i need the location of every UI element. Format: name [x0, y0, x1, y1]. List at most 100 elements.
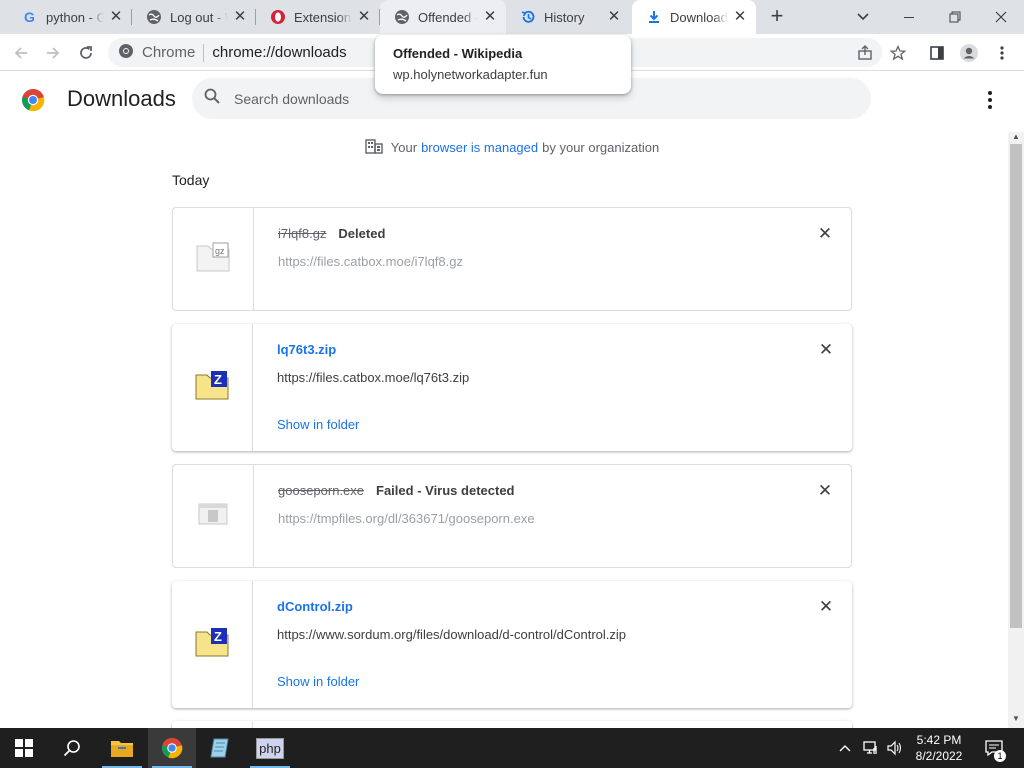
share-icon[interactable] — [852, 40, 878, 66]
scrollbar-thumb[interactable] — [1010, 144, 1022, 628]
tab-offended[interactable]: Offended - ✕ — [380, 0, 506, 34]
file-name-link[interactable]: lq76t3.zip — [277, 342, 336, 357]
download-status: Deleted — [338, 226, 386, 241]
show-in-folder-link[interactable]: Show in folder — [277, 674, 359, 689]
profile-avatar-icon[interactable] — [956, 40, 982, 66]
bookmark-star-icon[interactable] — [885, 40, 911, 66]
chrome-logo-icon — [21, 88, 45, 112]
php-app-icon[interactable]: php — [246, 728, 294, 768]
network-icon[interactable] — [862, 728, 880, 768]
source-url[interactable]: https://www.sordum.org/files/download/d-… — [277, 627, 812, 642]
scroll-down-arrow[interactable]: ▼ — [1010, 714, 1022, 724]
tab-search-icon[interactable] — [840, 0, 886, 34]
globe-icon — [394, 9, 410, 25]
close-tab-icon[interactable]: ✕ — [232, 9, 248, 25]
scroll-up-arrow[interactable]: ▲ — [1010, 132, 1022, 142]
building-icon — [365, 138, 383, 157]
managed-notice: Your browser is managed by your organiza… — [0, 138, 1024, 157]
tab-hover-card: Offended - Wikipedia wp.holynetworkadapt… — [375, 35, 631, 94]
svg-text:Z: Z — [214, 629, 222, 644]
back-button[interactable] — [8, 40, 34, 66]
tab-title: python - G — [46, 9, 104, 25]
source-url[interactable]: https://tmpfiles.org/dl/363671/gooseporn… — [278, 511, 811, 526]
new-tab-button[interactable]: + — [764, 4, 790, 30]
reload-button[interactable] — [73, 40, 99, 66]
download-icon — [646, 9, 662, 25]
site-chip: Chrome — [142, 44, 196, 61]
close-tab-icon[interactable]: ✕ — [606, 9, 622, 25]
file-icon-column — [173, 465, 254, 567]
source-url[interactable]: https://files.catbox.moe/i7lqf8.gz — [278, 254, 811, 269]
php-label: php — [256, 737, 284, 759]
search-taskbar-icon[interactable] — [48, 728, 96, 768]
minimize-button[interactable] — [886, 0, 932, 34]
tab-logout[interactable]: Log out - W ✕ — [132, 0, 256, 34]
hover-card-url: wp.holynetworkadapter.fun — [393, 67, 548, 82]
show-hidden-icons-icon[interactable] — [838, 728, 852, 768]
close-tab-icon[interactable]: ✕ — [356, 9, 372, 25]
file-name: gooseporn.exe — [278, 483, 365, 498]
download-item: gz i7lqf8.gz Deleted https://files.catbo… — [172, 207, 852, 311]
tab-python[interactable]: G python - G ✕ — [8, 0, 132, 34]
tab-downloads[interactable]: Downloads ✕ — [632, 0, 756, 34]
google-icon: G — [22, 9, 38, 25]
close-tab-icon[interactable]: ✕ — [108, 9, 124, 25]
remove-from-list-icon[interactable]: ✕ — [817, 225, 833, 242]
close-window-button[interactable] — [978, 0, 1024, 34]
managed-suffix: by your organization — [542, 140, 660, 155]
history-icon — [520, 9, 536, 25]
file-icon-column: Z — [172, 324, 253, 451]
opera-icon — [270, 9, 286, 25]
tab-extensions[interactable]: Extensions ✕ — [256, 0, 380, 34]
omnibox-divider — [203, 43, 205, 62]
forward-button[interactable] — [40, 40, 66, 66]
search-icon[interactable] — [204, 88, 220, 109]
file-icon-column: Z — [172, 581, 253, 708]
taskbar-clock[interactable]: 5:42 PM 8/2/2022 — [900, 732, 978, 764]
downloads-page: Downloads Your browser is managed by you… — [0, 72, 1024, 728]
tab-history[interactable]: History ✕ — [506, 0, 630, 34]
tab-title: Downloads — [670, 9, 728, 25]
remove-from-list-icon[interactable]: ✕ — [817, 482, 833, 499]
restore-button[interactable] — [932, 0, 978, 34]
remove-from-list-icon[interactable]: ✕ — [818, 598, 834, 615]
gz-file-icon: gz — [196, 242, 230, 277]
file-explorer-icon[interactable] — [98, 728, 146, 768]
show-in-folder-link[interactable]: Show in folder — [277, 417, 359, 432]
download-item: gooseporn.exe Failed - Virus detected ht… — [172, 464, 852, 568]
tab-title: History — [544, 9, 585, 25]
notification-count-badge: 1 — [994, 750, 1006, 762]
source-url[interactable]: https://files.catbox.moe/lq76t3.zip — [277, 370, 812, 385]
tab-title: Extensions — [294, 9, 352, 25]
url-text[interactable]: chrome://downloads — [212, 44, 346, 61]
svg-text:Z: Z — [214, 372, 222, 387]
side-panel-icon[interactable] — [924, 40, 950, 66]
zip-file-icon: Z — [195, 627, 229, 662]
close-tab-icon[interactable]: ✕ — [482, 9, 498, 25]
chrome-menu-icon[interactable] — [989, 40, 1015, 66]
hover-card-title: Offended - Wikipedia — [393, 46, 523, 61]
file-icon-column — [172, 721, 253, 728]
notifications-icon[interactable]: 1 — [982, 728, 1006, 768]
svg-text:gz: gz — [215, 246, 225, 256]
tab-strip: G python - G ✕ Log out - W ✕ Extensions … — [0, 0, 1024, 34]
zip-file-icon: Z — [195, 370, 229, 405]
chrome-taskbar-icon[interactable] — [148, 728, 196, 768]
svg-text:G: G — [24, 9, 35, 25]
file-name: i7lqf8.gz — [278, 226, 327, 241]
browser-managed-link[interactable]: browser is managed — [421, 140, 538, 155]
start-button[interactable] — [0, 728, 48, 768]
managed-prefix: Your — [390, 140, 418, 155]
close-tab-icon[interactable]: ✕ — [732, 9, 748, 25]
download-item: Z lq76t3.zip https://files.catbox.moe/lq… — [172, 324, 852, 451]
remove-from-list-icon[interactable]: ✕ — [818, 341, 834, 358]
exe-file-icon — [198, 503, 228, 530]
download-item: Z dControl.zip https://www.sordum.org/fi… — [172, 581, 852, 708]
file-name-link[interactable]: dControl.zip — [277, 599, 353, 614]
chrome-page-icon — [118, 43, 134, 63]
tab-title: Log out - W — [170, 9, 228, 25]
clock-time: 5:42 PM — [916, 733, 962, 747]
notepad-app-icon[interactable] — [196, 728, 244, 768]
clock-date: 8/2/2022 — [915, 749, 963, 763]
more-actions-icon[interactable] — [978, 88, 1002, 112]
